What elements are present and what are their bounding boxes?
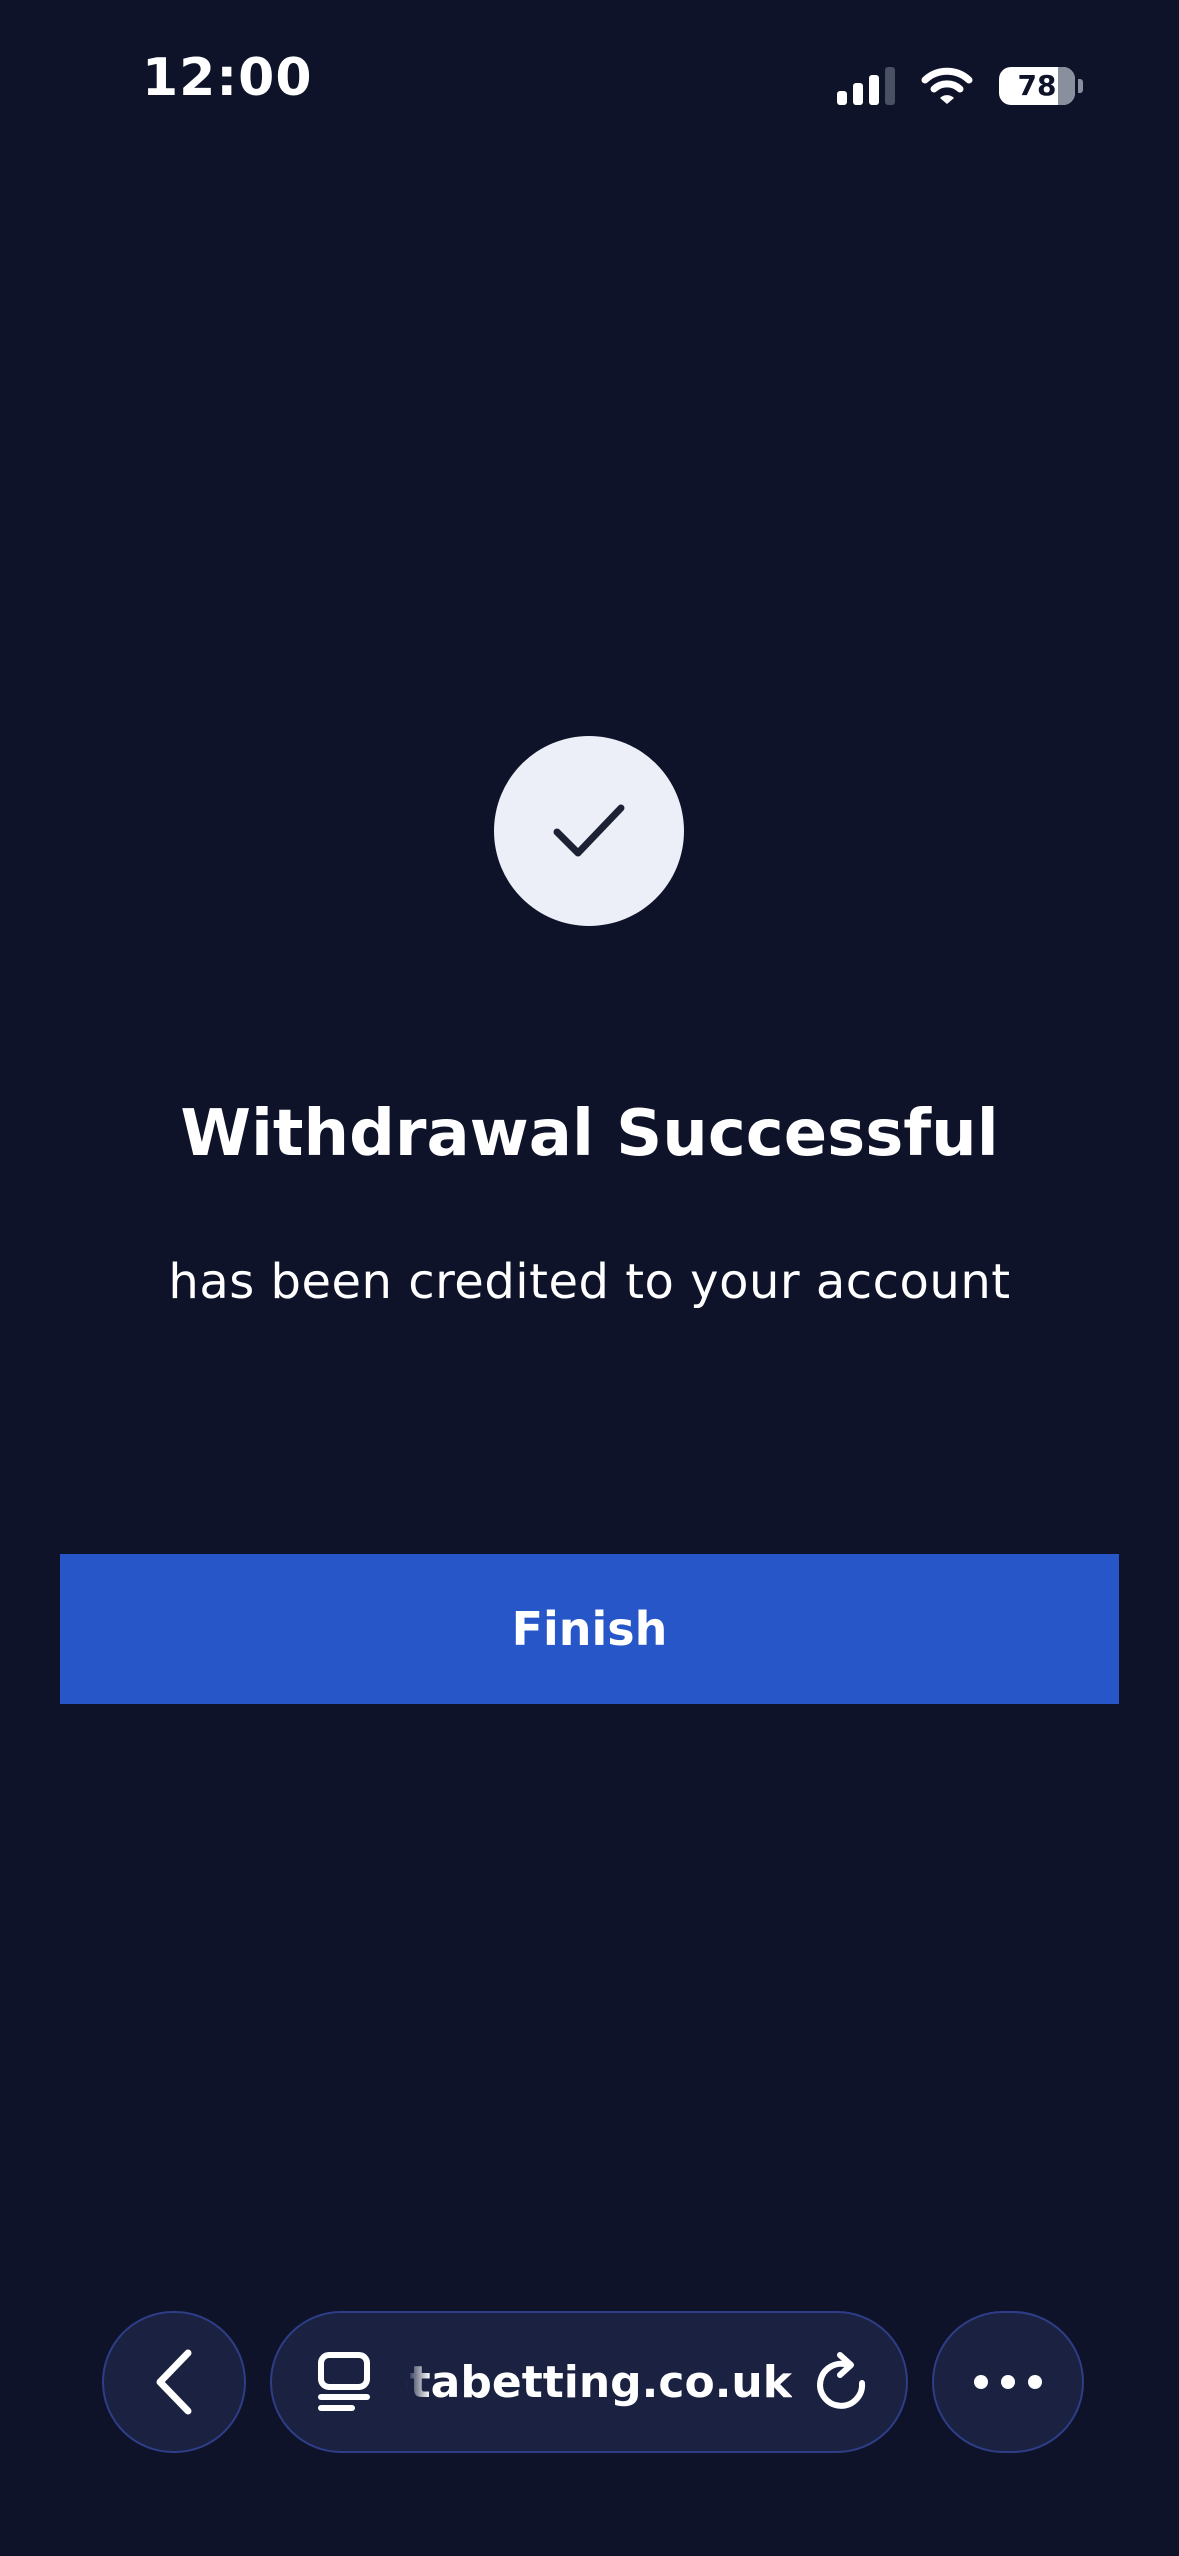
- page-title: Withdrawal Successful: [180, 1097, 999, 1171]
- battery-level: 78: [1017, 69, 1057, 102]
- back-chevron-icon: [156, 2349, 192, 2415]
- url-text[interactable]: betabetting.co.uk: [406, 2357, 792, 2408]
- success-badge: [494, 736, 684, 926]
- reload-icon[interactable]: [814, 2351, 870, 2413]
- wifi-icon: [921, 67, 973, 104]
- more-button[interactable]: [932, 2311, 1084, 2453]
- tabs-icon[interactable]: [316, 2351, 372, 2413]
- back-button[interactable]: [102, 2311, 246, 2453]
- battery-icon: 78: [999, 67, 1075, 105]
- finish-button[interactable]: Finish: [60, 1554, 1119, 1704]
- cellular-signal-icon: [837, 67, 895, 105]
- status-time: 12:00: [142, 48, 313, 108]
- status-icons: 78: [837, 62, 1083, 110]
- more-icon: [974, 2375, 1042, 2389]
- address-bar[interactable]: betabetting.co.uk: [270, 2311, 908, 2453]
- confirmation-message: has been credited to your account: [168, 1254, 1011, 1310]
- checkmark-icon: [553, 804, 625, 857]
